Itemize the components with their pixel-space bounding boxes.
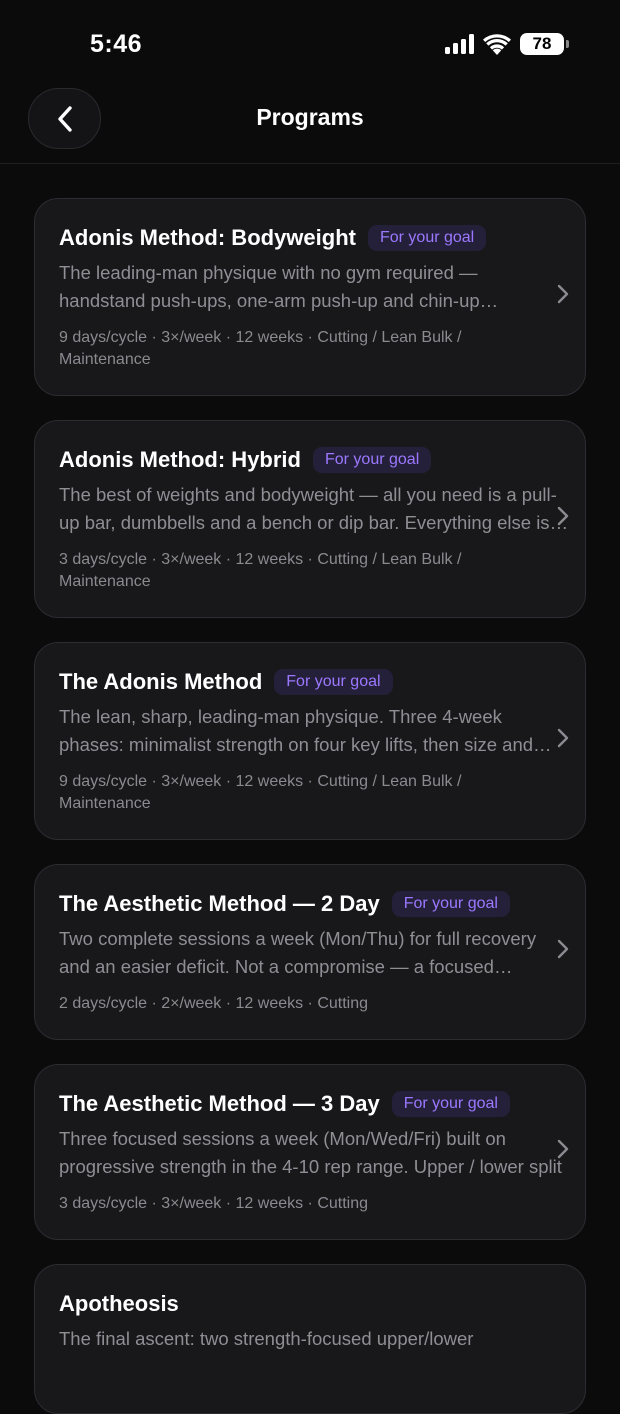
program-meta: 9 days/cycle · 3×/week · 12 weeks · Cutt…	[59, 329, 462, 368]
goal-badge: For your goal	[391, 891, 510, 917]
card-header: The Adonis Method For your goal	[59, 669, 533, 695]
program-card[interactable]: The Adonis Method For your goal The lean…	[34, 642, 586, 840]
page-title: Programs	[256, 104, 364, 130]
program-title: The Aesthetic Method — 3 Day	[59, 1091, 380, 1116]
goal-badge: For your goal	[274, 669, 393, 695]
nav-bar: Programs	[0, 88, 620, 164]
program-meta: 3 days/cycle · 3×/week · 12 weeks · Cutt…	[59, 1195, 369, 1212]
program-card[interactable]: Adonis Method: Hybrid For your goal The …	[34, 420, 586, 618]
program-title: Apotheosis	[59, 1291, 179, 1316]
chevron-right-icon	[557, 728, 569, 748]
card-header: Adonis Method: Bodyweight For your goal	[59, 225, 533, 251]
program-description: The best of weights and bodyweight — all…	[59, 484, 557, 533]
chevron-right-icon	[557, 284, 569, 304]
program-description: Two complete sessions a week (Mon/Thu) f…	[59, 928, 537, 977]
program-description: The leading-man physique with no gym req…	[59, 262, 480, 311]
program-meta: 3 days/cycle · 3×/week · 12 weeks · Cutt…	[59, 551, 462, 590]
status-bar: 5:46 78	[0, 0, 620, 88]
program-description: Three focused sessions a week (Mon/Wed/F…	[59, 1128, 562, 1177]
program-title: Adonis Method: Hybrid	[59, 447, 301, 472]
goal-badge: For your goal	[312, 447, 432, 473]
chevron-right-icon	[557, 939, 569, 959]
program-description: The final ascent: two strength-focused u…	[59, 1328, 474, 1349]
status-icons: 78	[445, 33, 569, 55]
battery-icon: 78	[520, 33, 569, 55]
program-title: Adonis Method: Bodyweight	[59, 225, 356, 250]
chevron-right-icon	[557, 506, 569, 526]
program-meta: 9 days/cycle · 3×/week · 12 weeks · Cutt…	[59, 773, 462, 812]
program-card[interactable]: The Aesthetic Method — 3 Day For your go…	[34, 1064, 586, 1240]
program-card[interactable]: The Aesthetic Method — 2 Day For your go…	[34, 864, 586, 1040]
chevron-right-icon	[557, 1139, 569, 1159]
status-time: 5:46	[90, 30, 143, 58]
card-header: Apotheosis	[59, 1291, 533, 1317]
battery-level: 78	[532, 34, 552, 53]
card-header: The Aesthetic Method — 2 Day For your go…	[59, 891, 533, 917]
program-title: The Adonis Method	[59, 669, 263, 694]
goal-badge: For your goal	[391, 1091, 510, 1117]
program-description: The lean, sharp, leading-man physique. T…	[59, 706, 534, 755]
goal-badge: For your goal	[367, 225, 487, 251]
cellular-signal-icon	[445, 34, 474, 54]
program-title: The Aesthetic Method — 2 Day	[59, 891, 380, 916]
program-list: Adonis Method: Bodyweight For your goal …	[34, 198, 586, 1414]
card-header: The Aesthetic Method — 3 Day For your go…	[59, 1091, 533, 1117]
program-card[interactable]: Adonis Method: Bodyweight For your goal …	[34, 198, 586, 396]
program-card[interactable]: Apotheosis The final ascent: two strengt…	[34, 1264, 586, 1414]
program-meta: 2 days/cycle · 2×/week · 12 weeks · Cutt…	[59, 995, 369, 1012]
wifi-icon	[483, 33, 511, 55]
card-header: Adonis Method: Hybrid For your goal	[59, 447, 533, 473]
